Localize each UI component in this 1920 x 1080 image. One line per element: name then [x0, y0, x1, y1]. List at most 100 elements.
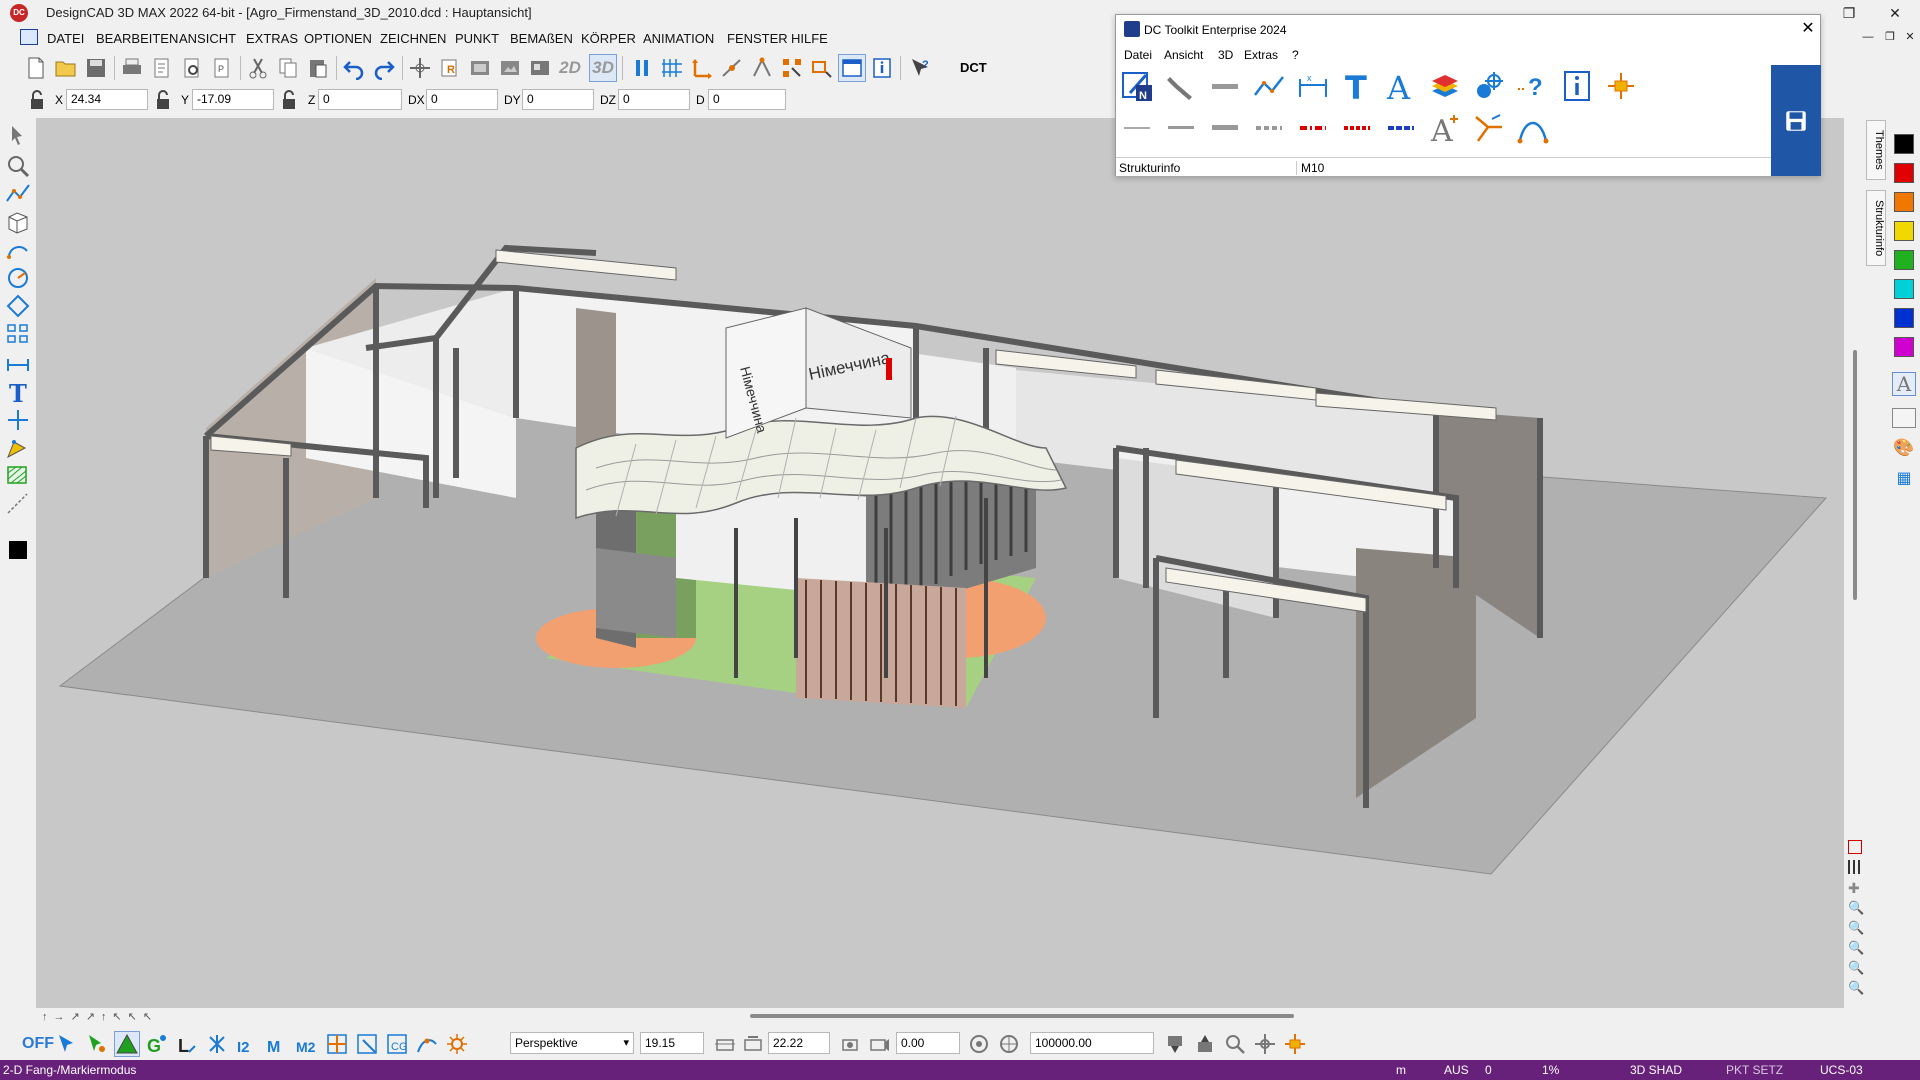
grid-icon[interactable] — [1848, 860, 1862, 874]
circle-icon[interactable] — [4, 264, 32, 292]
print-preview-icon[interactable] — [178, 54, 206, 82]
render-icon-3[interactable] — [526, 54, 554, 82]
camera-rotate-icon[interactable] — [838, 1031, 864, 1057]
current-color-icon[interactable] — [4, 536, 32, 564]
snap-tangent-icon[interactable] — [414, 1031, 440, 1057]
doc-close-button[interactable]: ✕ — [1900, 24, 1920, 50]
lock-y-icon[interactable] — [154, 90, 172, 110]
pause-icon[interactable] — [628, 54, 656, 82]
snap-center-icon[interactable]: CG — [384, 1031, 410, 1057]
toolkit-info-icon[interactable] — [1558, 67, 1596, 105]
snap-cursor-icon[interactable] — [54, 1031, 80, 1057]
rotation-field[interactable]: 0.00 — [896, 1032, 960, 1054]
close-view-icon[interactable] — [1848, 840, 1862, 854]
view-mode-select[interactable]: Perspektive — [510, 1032, 634, 1054]
text-tool-icon[interactable]: T — [4, 378, 32, 406]
menu-ansicht[interactable]: ANSICHT — [179, 31, 236, 46]
toolkit-query-icon[interactable]: ? — [1514, 67, 1552, 105]
drawing-viewport[interactable]: Німеччина Німеччина — [36, 118, 1844, 1008]
menu-bemassen[interactable]: BEMAßEN — [510, 31, 573, 46]
camera-angle-icon[interactable] — [712, 1031, 738, 1057]
render-icon-2[interactable] — [496, 54, 524, 82]
orbit-target-icon[interactable] — [996, 1031, 1022, 1057]
view-2d-button[interactable]: 2D — [556, 54, 584, 82]
arc-icon[interactable] — [4, 236, 32, 264]
menu-bearbeiten[interactable]: BEARBEITEN — [96, 31, 178, 46]
shape-edit-icon[interactable] — [4, 434, 32, 462]
properties-panel-icon[interactable] — [838, 54, 866, 82]
scene-svg[interactable]: Німеччина Німеччина — [36, 118, 1844, 1008]
view-down-icon[interactable] — [1162, 1031, 1188, 1057]
snap-grid-icon[interactable] — [324, 1031, 350, 1057]
toolkit-navigator-icon[interactable]: N — [1118, 67, 1156, 105]
undo-icon[interactable] — [340, 54, 368, 82]
redo-icon[interactable] — [370, 54, 398, 82]
dimension-icon[interactable] — [4, 350, 32, 378]
snap-midpoint-icon[interactable]: M — [264, 1031, 290, 1057]
toolkit-center-icon[interactable] — [1602, 67, 1640, 105]
toolkit-linestyle-thick-icon[interactable] — [1206, 109, 1244, 147]
camera-tilt-icon[interactable] — [866, 1031, 892, 1057]
page-setup-icon[interactable]: P — [208, 54, 236, 82]
snap-angle-icon[interactable] — [748, 54, 776, 82]
close-button[interactable]: ✕ — [1872, 0, 1918, 26]
menu-zeichnen[interactable]: ZEICHNEN — [380, 31, 446, 46]
toolkit-tools-icon[interactable] — [1162, 67, 1200, 105]
zoom-tool-icon[interactable] — [4, 152, 32, 180]
distance-field[interactable]: 22.22 — [768, 1032, 830, 1054]
tab-strukturinfo[interactable]: Strukturinfo — [1866, 190, 1886, 266]
paint-icon[interactable]: 🎨 — [1892, 438, 1916, 462]
menu-datei[interactable]: DATEI — [47, 31, 84, 46]
snap-i2-icon[interactable]: I2 — [234, 1031, 260, 1057]
zoom-previous-icon[interactable]: 🔍 — [1848, 980, 1864, 996]
toolkit-layers-icon[interactable] — [1426, 67, 1464, 105]
toolkit-menu-ansicht[interactable]: Ansicht — [1164, 48, 1203, 62]
snap-g-icon[interactable]: G — [144, 1031, 170, 1057]
menu-hilfe[interactable]: HILFE — [791, 31, 828, 46]
save-icon[interactable] — [82, 54, 110, 82]
line-style-icon[interactable] — [4, 490, 32, 518]
print-icon[interactable] — [118, 54, 146, 82]
render-icon-1[interactable] — [466, 54, 494, 82]
x-coordinate-field[interactable]: 24.34 — [66, 89, 148, 110]
document-icon[interactable] — [20, 29, 38, 45]
toolkit-dimension-icon[interactable]: x — [1294, 67, 1332, 105]
tab-themes[interactable]: Themes — [1866, 120, 1886, 180]
range-field[interactable]: 100000.00 — [1030, 1032, 1154, 1054]
zoom-in-icon[interactable]: 🔍 — [1848, 940, 1864, 956]
info-icon[interactable] — [868, 54, 896, 82]
toolkit-linestyle-blue-icon[interactable] — [1382, 109, 1420, 147]
toolkit-menu-3d[interactable]: 3D — [1218, 48, 1233, 62]
snap-perpendicular-icon[interactable] — [354, 1031, 380, 1057]
polyline-icon[interactable] — [4, 180, 32, 208]
snap-triangle-icon[interactable] — [114, 1031, 140, 1057]
toolkit-linestyle-dashed-icon[interactable] — [1250, 109, 1288, 147]
snap-intersection-icon[interactable] — [204, 1031, 230, 1057]
point-icon[interactable] — [4, 406, 32, 434]
toolkit-menu-help[interactable]: ? — [1292, 48, 1299, 62]
view-3d-button[interactable]: 3D — [589, 54, 617, 82]
zoom-all-icon[interactable]: 🔍 — [1848, 920, 1864, 936]
toolkit-linestyle-red-dashed-icon[interactable] — [1294, 109, 1332, 147]
toolkit-trim-icon[interactable] — [1470, 109, 1508, 147]
color-swatch-orange[interactable] — [1894, 192, 1914, 212]
toolkit-save-button[interactable] — [1771, 65, 1821, 176]
new-file-icon[interactable] — [22, 54, 50, 82]
open-folder-icon[interactable] — [52, 54, 80, 82]
toolkit-menu-extras[interactable]: Extras — [1244, 48, 1278, 62]
color-swatch-magenta[interactable] — [1894, 337, 1914, 357]
doc-minimize-button[interactable]: — — [1858, 24, 1878, 50]
lock-x-icon[interactable] — [28, 90, 46, 110]
toolkit-text-icon[interactable]: T — [1338, 67, 1376, 105]
layers-stack-icon[interactable]: ▦ — [1892, 468, 1916, 492]
d-field[interactable]: 0 — [708, 89, 786, 110]
menu-punkt[interactable]: PUNKT — [455, 31, 499, 46]
dct-button[interactable]: DCT — [960, 60, 987, 75]
select-group-icon[interactable] — [778, 54, 806, 82]
toolkit-menu-datei[interactable]: Datei — [1124, 48, 1152, 62]
print-setup-icon[interactable] — [148, 54, 176, 82]
window-select-icon[interactable] — [808, 54, 836, 82]
toolkit-line-icon[interactable] — [1206, 67, 1244, 105]
toolkit-curve-icon[interactable] — [1514, 109, 1552, 147]
polygon-icon[interactable] — [4, 292, 32, 320]
